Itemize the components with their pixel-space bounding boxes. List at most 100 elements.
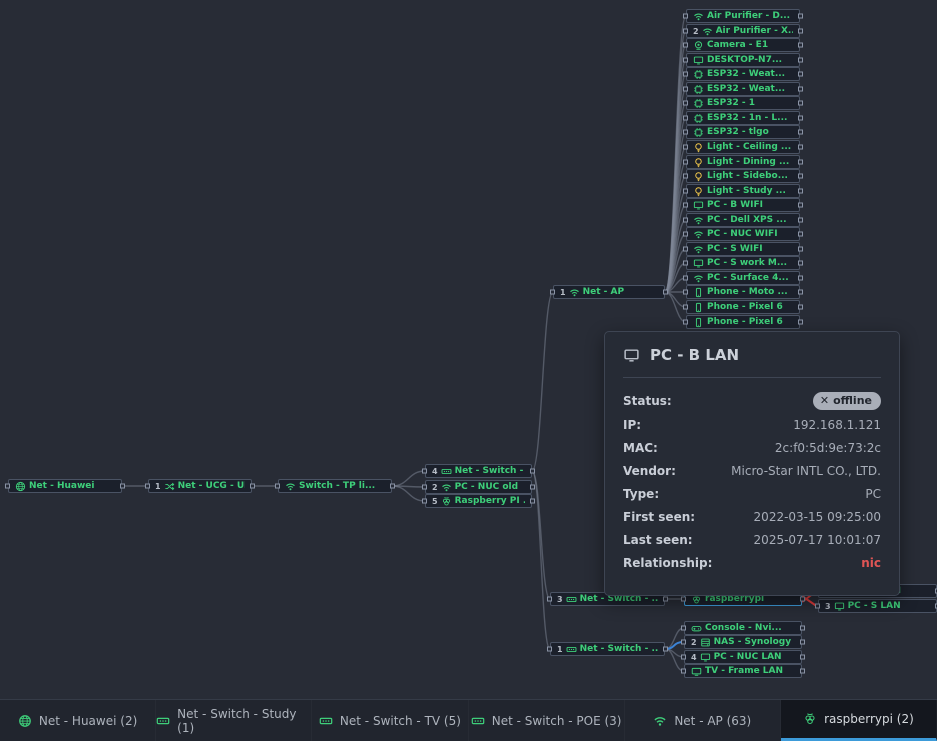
port-right: [798, 261, 803, 266]
port-left: [683, 247, 688, 252]
node-label: PC - NUC WIFI: [707, 229, 778, 239]
tab-label: Net - Huawei (2): [39, 714, 137, 728]
monitor-icon: [623, 347, 640, 364]
wifi-icon: [693, 11, 704, 22]
node-desktop-n7[interactable]: DESKTOP-N7...: [686, 53, 800, 67]
port-right: [800, 669, 805, 674]
node-label: PC - B WIFI: [707, 200, 763, 210]
port-left: [5, 484, 10, 489]
detail-row-mac: MAC: 2c:f0:5d:9e:73:2c: [623, 441, 881, 456]
node-net-huawei[interactable]: Net - Huawei: [8, 479, 122, 493]
tab-net-switch-tv[interactable]: Net - Switch - TV (5): [312, 700, 468, 741]
tab-net-huawei[interactable]: Net - Huawei (2): [0, 700, 156, 741]
node-label: ESP32 - tlgo: [707, 127, 769, 137]
node-net-ap[interactable]: 1 Net - AP: [553, 285, 665, 299]
node-light-study[interactable]: Light - Study ...: [686, 184, 800, 198]
node-raspberry-pi[interactable]: 5 Raspberry PI ...: [425, 494, 532, 508]
node-light-ceiling[interactable]: Light - Ceiling ...: [686, 140, 800, 154]
camera-icon: [693, 40, 704, 51]
node-pc-nuc-wifi[interactable]: PC - NUC WIFI: [686, 227, 800, 241]
node-pc-nuc-old[interactable]: 2 PC - NUC old: [425, 480, 532, 494]
node-switch-tp[interactable]: Switch - TP li...: [278, 479, 392, 493]
port-left: [683, 29, 688, 34]
port-right: [798, 58, 803, 63]
phone-icon: [693, 317, 704, 328]
switch-icon: [319, 714, 333, 728]
node-light-sidebo[interactable]: Light - Sidebo...: [686, 169, 800, 183]
port-right: [800, 597, 805, 602]
node-esp32-1n-l[interactable]: ESP32 - 1n - L...: [686, 111, 800, 125]
chip-icon: [693, 69, 704, 80]
port-left: [683, 305, 688, 310]
port-right: [798, 305, 803, 310]
port-left: [683, 72, 688, 77]
node-phone-moto[interactable]: Phone - Moto ...: [686, 285, 800, 299]
tab-raspberrypi[interactable]: raspberrypi (2): [781, 700, 937, 741]
wifi-icon: [441, 482, 452, 493]
node-label: PC - S LAN: [848, 601, 901, 611]
port-left: [681, 669, 686, 674]
node-label: Net - UCG - Ul...: [178, 481, 245, 491]
node-pc-nuc-lan[interactable]: 4 PC - NUC LAN: [684, 650, 802, 664]
node-phone-pixel6-2[interactable]: Phone - Pixel 6: [686, 315, 800, 329]
network-canvas[interactable]: Net - Huawei 1 Net - UCG - Ul... Switch …: [0, 0, 937, 700]
raspberry-icon: [803, 712, 817, 726]
node-badge: 3: [557, 595, 563, 604]
port-left: [683, 116, 688, 121]
node-net-switch-a[interactable]: 4 Net - Switch - ...: [425, 464, 532, 478]
node-esp32-1[interactable]: ESP32 - 1: [686, 96, 800, 110]
node-nas-synology[interactable]: 2 NAS - Synology: [684, 635, 802, 649]
bulb-icon: [693, 142, 704, 153]
node-console-nvidia[interactable]: Console - Nvi...: [684, 621, 802, 635]
port-right: [798, 43, 803, 48]
node-pc-s-lan[interactable]: 3 PC - S LAN: [818, 599, 937, 613]
tab-net-ap[interactable]: Net - AP (63): [625, 700, 781, 741]
node-net-switch-c[interactable]: 1 Net - Switch - ...: [550, 642, 665, 656]
node-tv-frame-lan[interactable]: TV - Frame LAN: [684, 664, 802, 678]
port-right: [798, 320, 803, 325]
node-label: PC - S WIFI: [707, 244, 763, 254]
node-esp32-tlgo[interactable]: ESP32 - tlgo: [686, 125, 800, 139]
node-label: DESKTOP-N7...: [707, 55, 782, 65]
node-esp32-weat-2[interactable]: ESP32 - Weat...: [686, 82, 800, 96]
node-light-dining[interactable]: Light - Dining ...: [686, 155, 800, 169]
node-pc-dell-xps[interactable]: PC - Dell XPS ...: [686, 213, 800, 227]
device-details-popup: PC - B LAN Status: ✕ offline IP: 192.168…: [604, 331, 900, 596]
chip-icon: [693, 98, 704, 109]
monitor-icon: [834, 601, 845, 612]
node-label: Switch - TP li...: [299, 481, 375, 491]
node-label: Light - Dining ...: [707, 157, 789, 167]
status-text: offline: [833, 393, 872, 408]
phone-icon: [693, 287, 704, 298]
node-label: Phone - Pixel 6: [707, 317, 783, 327]
device-tabs-bar: Net - Huawei (2) Net - Switch - Study (1…: [0, 699, 937, 741]
node-label: Raspberry PI ...: [455, 496, 525, 506]
node-pc-b-wifi[interactable]: PC - B WIFI: [686, 198, 800, 212]
tab-net-switch-poe[interactable]: Net - Switch - POE (3): [469, 700, 625, 741]
wifi-icon: [569, 287, 580, 298]
tab-label: Net - AP (63): [674, 714, 751, 728]
node-net-ucg[interactable]: 1 Net - UCG - Ul...: [148, 479, 252, 493]
port-left: [815, 604, 820, 609]
node-air-purifier-x[interactable]: 2 Air Purifier - X...: [686, 24, 800, 38]
tab-net-switch-study[interactable]: Net - Switch - Study (1): [156, 700, 312, 741]
node-label: Net - AP: [583, 287, 625, 297]
port-right: [250, 484, 255, 489]
node-esp32-weat-1[interactable]: ESP32 - Weat...: [686, 67, 800, 81]
node-air-purifier-d[interactable]: Air Purifier - D...: [686, 9, 800, 23]
node-badge: 4: [691, 653, 697, 662]
network-map-app: Net - Huawei 1 Net - UCG - Ul... Switch …: [0, 0, 937, 741]
node-camera-e1[interactable]: Camera - E1: [686, 38, 800, 52]
node-phone-pixel6-1[interactable]: Phone - Pixel 6: [686, 300, 800, 314]
chip-icon: [693, 113, 704, 124]
node-pc-s-wifi[interactable]: PC - S WIFI: [686, 242, 800, 256]
monitor-icon: [693, 200, 704, 211]
port-left: [683, 130, 688, 135]
port-right: [798, 247, 803, 252]
phone-icon: [693, 302, 704, 313]
port-left: [683, 43, 688, 48]
node-pc-surface-4[interactable]: PC - Surface 4...: [686, 271, 800, 285]
node-label: ESP32 - 1n - L...: [707, 113, 787, 123]
node-pc-s-work-m[interactable]: PC - S work M...: [686, 256, 800, 270]
port-right: [798, 116, 803, 121]
